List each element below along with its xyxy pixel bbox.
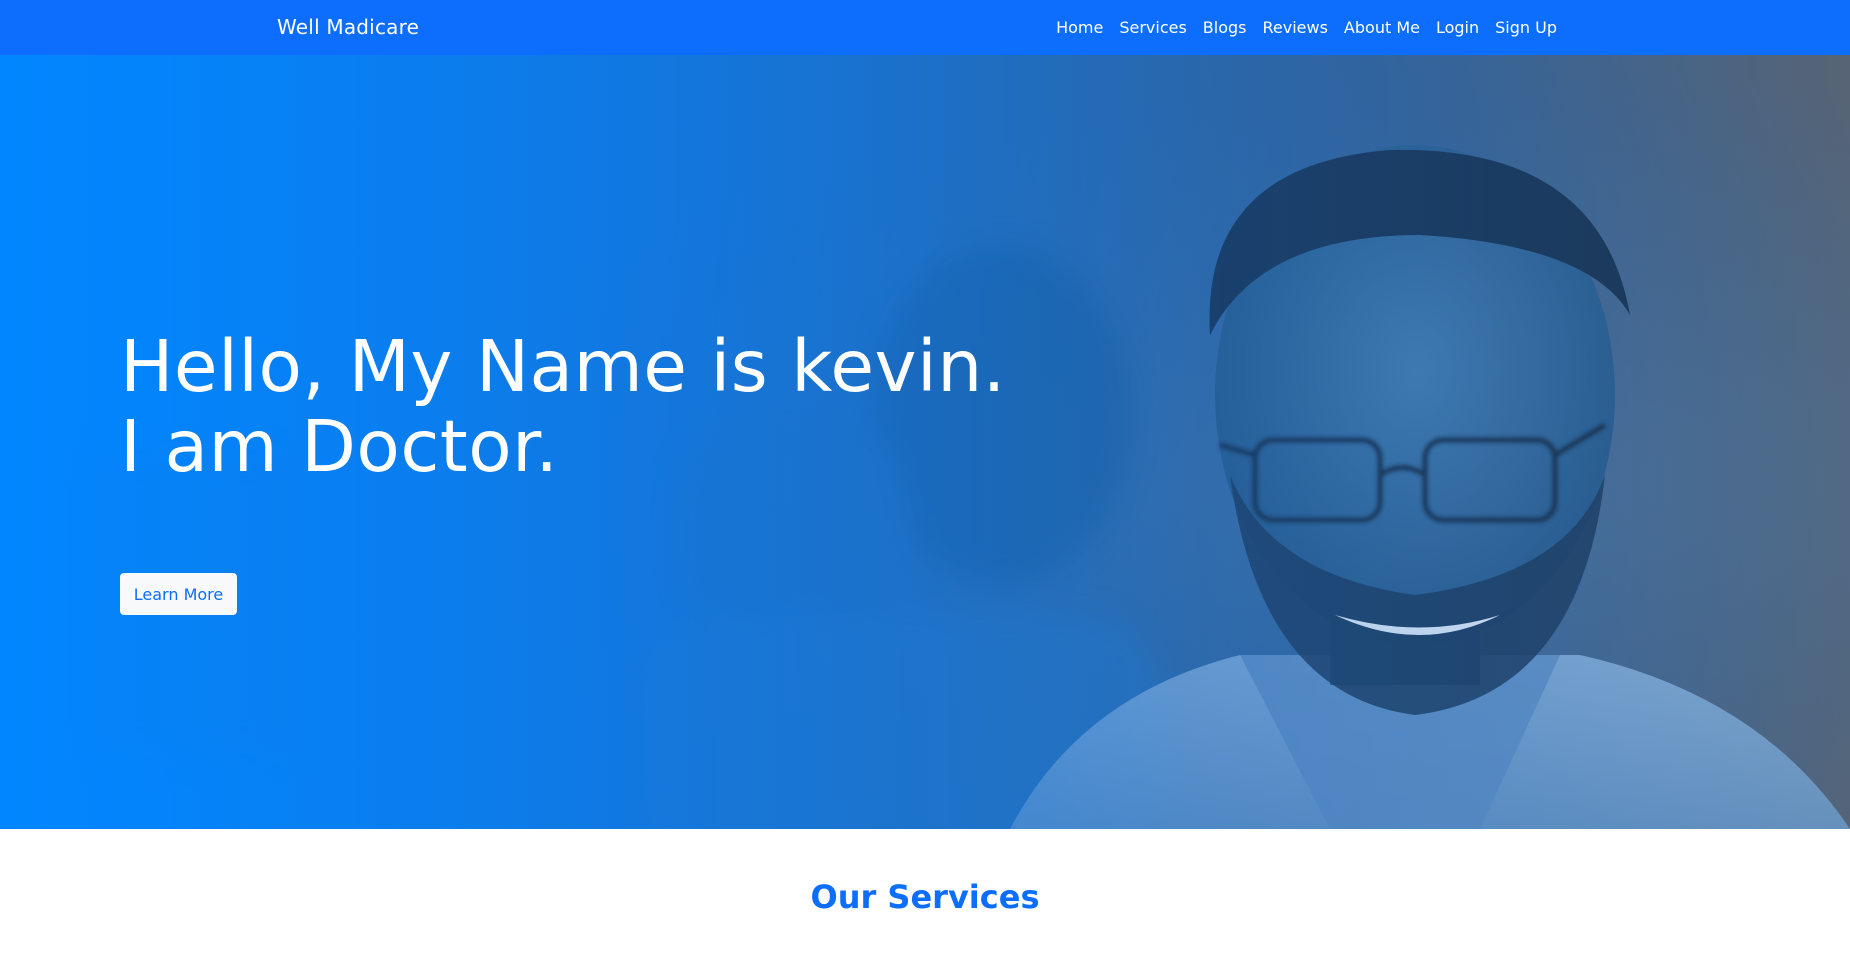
nav-link-reviews[interactable]: Reviews <box>1255 0 1336 55</box>
learn-more-button[interactable]: Learn More <box>120 573 237 615</box>
nav-link-home[interactable]: Home <box>1048 0 1111 55</box>
nav-link-blogs[interactable]: Blogs <box>1195 0 1255 55</box>
nav-link-services[interactable]: Services <box>1111 0 1194 55</box>
nav-link-sign-up[interactable]: Sign Up <box>1487 0 1565 55</box>
nav-links: Home Services Blogs Reviews About Me Log… <box>1048 0 1565 55</box>
hero-heading-line2: I am Doctor. <box>120 405 559 488</box>
top-navbar: Well Madicare Home Services Blogs Review… <box>0 0 1850 55</box>
hero-heading-line1: Hello, My Name is kevin. <box>120 325 1006 408</box>
services-title: Our Services <box>810 878 1040 916</box>
nav-link-about-me[interactable]: About Me <box>1336 0 1428 55</box>
hero-heading: Hello, My Name is kevin. I am Doctor. <box>120 327 1006 487</box>
nav-link-login[interactable]: Login <box>1428 0 1487 55</box>
brand-link[interactable]: Well Madicare <box>277 0 419 55</box>
hero-section: Hello, My Name is kevin. I am Doctor. Le… <box>0 55 1850 829</box>
